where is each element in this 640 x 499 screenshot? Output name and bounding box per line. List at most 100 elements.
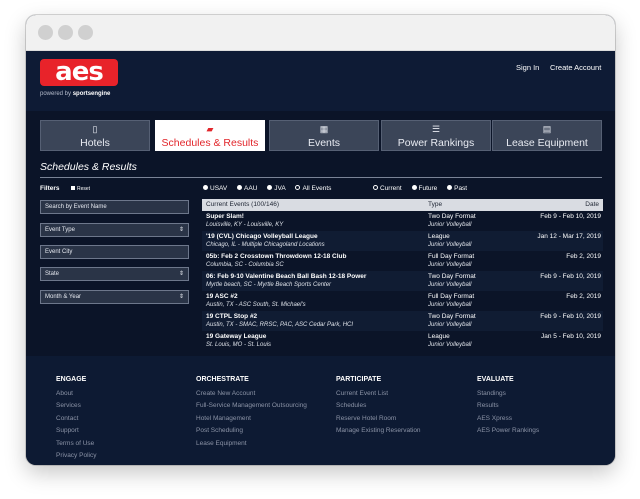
reset-button[interactable]: Reset: [71, 186, 90, 192]
radio-label: JVA: [274, 185, 286, 192]
event-type: Two Day Format: [428, 213, 476, 220]
footer-link[interactable]: Terms of Use: [56, 438, 96, 450]
footer-link[interactable]: Privacy Policy: [56, 450, 96, 462]
radio-jva[interactable]: JVA: [267, 185, 289, 192]
footer-link[interactable]: Contact: [56, 413, 96, 425]
minimize-window-dot[interactable]: [58, 25, 73, 40]
browser-window: aes powered by sportsengine Sign In Crea…: [26, 15, 615, 465]
radio-icon: [237, 185, 243, 190]
month-year-select[interactable]: Month & Year ⇕: [40, 290, 189, 304]
tab-power-rankings[interactable]: ☰ Power Rankings: [381, 120, 491, 151]
radio-usav[interactable]: USAV: [203, 185, 231, 192]
table-row[interactable]: Super Slam! Louisville, KY - Louisville,…: [202, 211, 603, 231]
create-account-link[interactable]: Create Account: [550, 63, 601, 72]
powered-by-brand: sportsengine: [72, 91, 111, 97]
radio-label: USAV: [210, 185, 228, 192]
reset-icon: [71, 186, 75, 190]
footer-participate-column: PARTICIPATE Current Event List Schedules…: [336, 376, 421, 438]
radio-selected-icon: [295, 185, 301, 190]
table-row[interactable]: 19 CTPL Stop #2 Austin, TX - SMAC, RRSC,…: [202, 311, 603, 331]
tab-events[interactable]: ▦ Events: [269, 120, 379, 151]
tab-label: Power Rankings: [397, 137, 475, 149]
calendar-icon: ▦: [319, 124, 329, 134]
site-header: aes powered by sportsengine Sign In Crea…: [26, 51, 615, 111]
tab-lease-equipment[interactable]: ▤ Lease Equipment: [492, 120, 602, 151]
table-row[interactable]: 05b: Feb 2 Crosstown Throwdown 12-18 Clu…: [202, 251, 603, 271]
footer-link[interactable]: Support: [56, 425, 96, 437]
event-name[interactable]: Super Slam!: [206, 213, 244, 220]
radio-aau[interactable]: AAU: [237, 185, 261, 192]
radio-selected-icon: [373, 185, 378, 190]
event-type: Full Day Format: [428, 253, 475, 260]
table-row[interactable]: 06: Feb 9-10 Valentine Beach Ball Bash 1…: [202, 271, 603, 291]
footer-link[interactable]: About: [56, 388, 96, 400]
radio-all-events[interactable]: All Events: [295, 185, 335, 192]
footer-engage-column: ENGAGE About Services Contact Support Te…: [56, 376, 96, 462]
footer-link[interactable]: Schedules: [336, 400, 421, 412]
powered-by-prefix: powered by: [40, 91, 72, 97]
footer-link[interactable]: Standings: [477, 388, 539, 400]
footer-link[interactable]: Manage Existing Reservation: [336, 425, 421, 437]
column-header-event[interactable]: Current Events (100/146): [206, 199, 279, 211]
table-row[interactable]: '19 (CVL) Chicago Volleyball League Chic…: [202, 231, 603, 251]
footer-link[interactable]: Current Event List: [336, 388, 421, 400]
footer-link[interactable]: Results: [477, 400, 539, 412]
event-name[interactable]: '19 (CVL) Chicago Volleyball League: [206, 233, 318, 240]
tab-label: Schedules & Results: [161, 137, 259, 149]
event-type-select[interactable]: Event Type ⇕: [40, 223, 189, 237]
state-select[interactable]: State ⇕: [40, 267, 189, 281]
event-location: St. Louis, MO - St. Louis: [206, 342, 272, 348]
radio-icon: [203, 185, 208, 190]
month-year-value: Month & Year: [45, 294, 82, 300]
footer-orchestrate-column: ORCHESTRATE Create New Account Full-Serv…: [196, 376, 307, 450]
footer-link[interactable]: Post Scheduling: [196, 425, 307, 437]
event-type: League: [428, 233, 450, 240]
event-name[interactable]: 06: Feb 9-10 Valentine Beach Ball Bash 1…: [206, 273, 366, 280]
footer-link[interactable]: Hotel Management: [196, 413, 307, 425]
list-icon: ☰: [431, 124, 441, 134]
radio-label: Future: [418, 185, 438, 192]
event-subtype: Junior Volleyball: [428, 262, 472, 268]
event-name[interactable]: 19 CTPL Stop #2: [206, 313, 257, 320]
radio-past[interactable]: Past: [447, 185, 471, 192]
radio-label: All Events: [302, 185, 332, 192]
maximize-window-dot[interactable]: [78, 25, 93, 40]
footer-heading: ORCHESTRATE: [196, 376, 249, 383]
radio-current[interactable]: Current: [373, 185, 406, 192]
event-subtype: Junior Volleyball: [428, 222, 472, 228]
footer-link[interactable]: AES Xpress: [477, 413, 539, 425]
footer-heading: EVALUATE: [477, 376, 514, 383]
event-date: Feb 2, 2019: [566, 293, 601, 300]
footer-link[interactable]: AES Power Rankings: [477, 425, 539, 437]
event-date: Feb 9 - Feb 10, 2019: [540, 213, 601, 220]
event-subtype: Junior Volleyball: [428, 282, 472, 288]
events-table-header: Current Events (100/146) Type Date: [202, 199, 603, 211]
tab-hotels[interactable]: ▯ Hotels: [40, 120, 150, 151]
radio-future[interactable]: Future: [411, 185, 442, 192]
table-row[interactable]: 19 Gateway League St. Louis, MO - St. Lo…: [202, 331, 603, 351]
event-location: Myrtle beach, SC - Myrtle Beach Sports C…: [206, 282, 332, 288]
footer-link[interactable]: Reserve Hotel Room: [336, 413, 421, 425]
hotel-icon: ▯: [92, 124, 98, 134]
close-window-dot[interactable]: [38, 25, 53, 40]
table-row[interactable]: 19 ASC #2 Austin, TX - ASC South, St. Mi…: [202, 291, 603, 311]
event-type: Two Day Format: [428, 273, 476, 280]
event-name[interactable]: 19 ASC #2: [206, 293, 238, 300]
footer-link[interactable]: Full-Service Management Outsourcing: [196, 400, 307, 412]
event-name[interactable]: 19 Gateway League: [206, 333, 266, 340]
event-name[interactable]: 05b: Feb 2 Crosstown Throwdown 12-18 Clu…: [206, 253, 347, 260]
footer-link[interactable]: Lease Equipment: [196, 438, 307, 450]
filters-label: Filters: [40, 185, 60, 192]
footer-link[interactable]: Create New Account: [196, 388, 307, 400]
aes-logo[interactable]: aes: [40, 59, 118, 86]
footer-link[interactable]: Services: [56, 400, 96, 412]
site-footer: ENGAGE About Services Contact Support Te…: [26, 356, 615, 465]
radio-icon: [411, 185, 417, 190]
tab-schedules-results[interactable]: ▰ Schedules & Results: [155, 120, 265, 151]
event-type: League: [428, 333, 450, 340]
event-city-input[interactable]: Event City: [40, 245, 189, 259]
column-header-type[interactable]: Type: [428, 199, 442, 211]
sign-in-link[interactable]: Sign In: [516, 63, 539, 72]
column-header-date[interactable]: Date: [585, 199, 599, 211]
search-input[interactable]: Search by Event Name: [40, 200, 189, 214]
